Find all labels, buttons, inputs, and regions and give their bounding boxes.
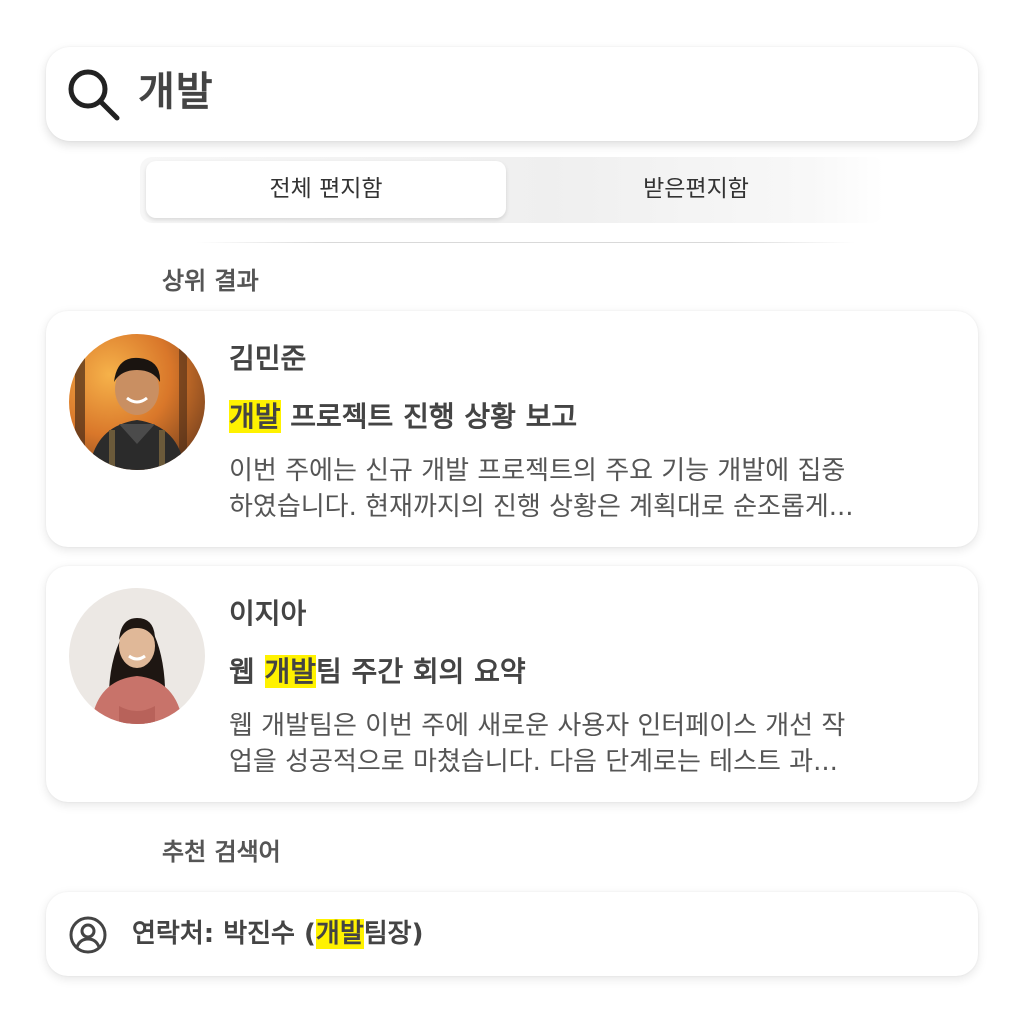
- email-subject: 웹 개발팀 주간 회의 요약: [229, 650, 526, 690]
- email-preview: 웹 개발팀은 이번 주에 새로운 사용자 인터페이스 개선 작 업을 성공적으로…: [229, 708, 959, 780]
- email-preview: 이번 주에는 신규 개발 프로젝트의 주요 기능 개발에 집중 하였습니다. 현…: [229, 453, 959, 525]
- tab-inbox[interactable]: 받은편지함: [510, 157, 882, 223]
- search-input[interactable]: 개발: [138, 62, 214, 122]
- preview-line: 웹 개발팀은 이번 주에 새로운 사용자 인터페이스 개선 작: [229, 711, 846, 741]
- suggestion-text: 팀장): [363, 919, 424, 949]
- preview-line: 하였습니다. 현재까지의 진행 상황은 계획대로 순조롭게...: [229, 492, 854, 522]
- mailbox-segmented-control: 전체 편지함 받은편지함: [140, 157, 884, 223]
- result-card[interactable]: 김민준 개발 프로젝트 진행 상황 보고 이번 주에는 신규 개발 프로젝트의 …: [46, 311, 978, 547]
- avatar: [69, 334, 205, 470]
- subject-text: 프로젝트 진행 상황 보고: [280, 400, 578, 433]
- section-title-suggestions: 추천 검색어: [162, 838, 281, 866]
- search-highlight: 개발: [264, 655, 317, 688]
- tab-all-mailboxes[interactable]: 전체 편지함: [146, 161, 506, 218]
- user-circle-icon: [69, 916, 107, 954]
- subject-text: 웹: [229, 655, 265, 688]
- suggestion-label: 연락처: 박진수 (개발팀장): [132, 892, 423, 976]
- section-title-top-results: 상위 결과: [162, 267, 259, 295]
- divider: [196, 242, 856, 243]
- avatar: [69, 588, 205, 724]
- search-highlight: 개발: [229, 400, 281, 433]
- preview-line: 이번 주에는 신규 개발 프로젝트의 주요 기능 개발에 집중: [229, 456, 846, 486]
- email-subject: 개발 프로젝트 진행 상황 보고: [229, 395, 577, 435]
- sender-name: 이지아: [229, 597, 307, 630]
- search-icon: [68, 69, 120, 121]
- suggestion-contact[interactable]: 연락처: 박진수 (개발팀장): [46, 892, 978, 976]
- subject-text: 팀 주간 회의 요약: [316, 655, 526, 688]
- sender-name: 김민준: [229, 342, 307, 375]
- preview-line: 업을 성공적으로 마쳤습니다. 다음 단계로는 테스트 과...: [229, 747, 838, 777]
- result-card[interactable]: 이지아 웹 개발팀 주간 회의 요약 웹 개발팀은 이번 주에 새로운 사용자 …: [46, 566, 978, 802]
- search-highlight: 개발: [315, 919, 364, 949]
- suggestion-text: 연락처: 박진수 (: [132, 919, 316, 949]
